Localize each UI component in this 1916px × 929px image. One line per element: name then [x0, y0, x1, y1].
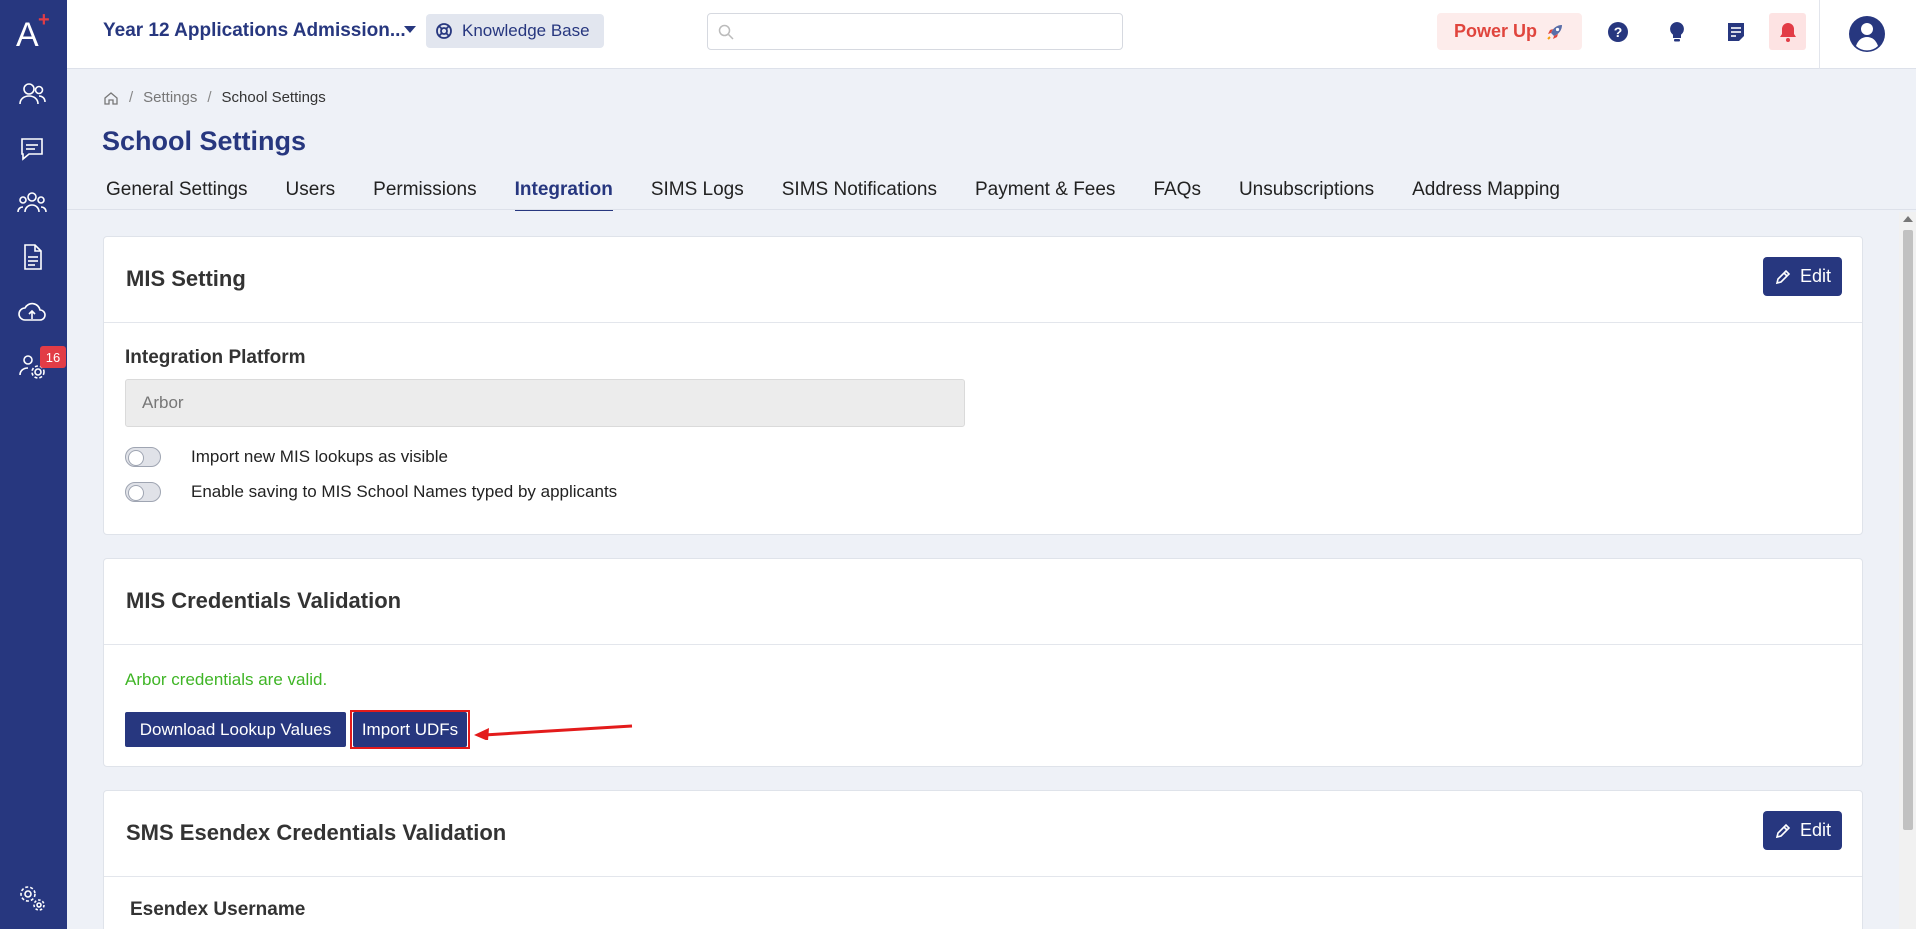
- tab-payment-fees[interactable]: Payment & Fees: [975, 179, 1115, 211]
- tab-users[interactable]: Users: [286, 179, 336, 211]
- app-title[interactable]: Year 12 Applications Admission...: [103, 20, 406, 42]
- scroll-up-arrow-icon[interactable]: [1903, 216, 1913, 222]
- integration-platform-label: Integration Platform: [125, 347, 306, 368]
- sidebar-item-users[interactable]: [14, 76, 50, 112]
- annotation-arrow: [474, 724, 633, 740]
- toggle-row-save-school-names: Enable saving to MIS School Names typed …: [125, 482, 617, 502]
- knowledge-base-label: Knowledge Base: [462, 21, 590, 40]
- settings-icon: [20, 886, 45, 911]
- page-title: School Settings: [102, 126, 307, 156]
- save-school-names-label: Enable saving to MIS School Names typed …: [191, 482, 618, 501]
- import-lookups-toggle[interactable]: [125, 447, 161, 467]
- knowledge-base-button[interactable]: Knowledge Base: [426, 14, 604, 48]
- pencil-icon: [1775, 823, 1791, 838]
- search-icon: [718, 24, 734, 40]
- mis-setting-title: MIS Setting: [126, 266, 246, 291]
- save-school-names-toggle[interactable]: [125, 482, 161, 502]
- import-udfs-button[interactable]: Import UDFs: [353, 712, 467, 747]
- tab-sims-logs[interactable]: SIMS Logs: [651, 179, 744, 211]
- edit-label: Edit: [1799, 820, 1832, 840]
- lifebuoy-icon: [436, 23, 452, 39]
- mis-setting-card: MIS Setting Edit Integration Platform Ar…: [103, 236, 1863, 535]
- logo-icon: A +: [16, 9, 50, 52]
- breadcrumb-separator: /: [129, 89, 134, 106]
- header-divider: [1819, 0, 1820, 69]
- logo-letter: A: [16, 16, 39, 52]
- breadcrumb-settings[interactable]: Settings: [143, 89, 197, 106]
- document-icon: [24, 244, 42, 270]
- sms-credentials-edit-button[interactable]: Edit: [1763, 811, 1842, 850]
- import-lookups-label: Import new MIS lookups as visible: [191, 447, 448, 466]
- help-icon: ?: [1608, 22, 1628, 42]
- mis-credentials-card: MIS Credentials Validation Arbor credent…: [103, 558, 1863, 767]
- breadcrumb-separator: /: [207, 89, 212, 106]
- scrollbar-thumb[interactable]: [1903, 230, 1913, 830]
- credentials-status: Arbor credentials are valid.: [125, 670, 328, 689]
- user-avatar-icon: [1849, 16, 1885, 52]
- integration-platform-field[interactable]: Arbor: [125, 379, 965, 427]
- app-logo[interactable]: A +: [0, 0, 67, 60]
- sms-credentials-title: SMS Esendex Credentials Validation: [126, 820, 507, 845]
- pencil-icon: [1775, 269, 1791, 284]
- cloud-upload-icon: [18, 302, 46, 321]
- top-header: Year 12 Applications Admission... Knowle…: [67, 0, 1916, 69]
- lightbulb-icon: [1670, 22, 1684, 42]
- power-up-label: Power Up: [1453, 21, 1537, 41]
- group-icon: [17, 192, 47, 213]
- settings-tabs: General Settings Users Permissions Integ…: [106, 179, 1598, 211]
- users-icon: [19, 83, 46, 105]
- sms-credentials-header: SMS Esendex Credentials Validation Edit: [104, 791, 1862, 877]
- sidebar: A + 16: [0, 0, 67, 929]
- tab-unsubscriptions[interactable]: Unsubscriptions: [1239, 179, 1374, 211]
- home-icon[interactable]: [103, 90, 119, 106]
- sidebar-item-messages[interactable]: [14, 131, 50, 167]
- notes-icon: [1728, 23, 1744, 41]
- user-avatar[interactable]: [1848, 15, 1886, 53]
- esendex-username-label: Esendex Username: [130, 899, 306, 920]
- notification-badge: 16: [40, 346, 66, 368]
- sms-credentials-card: SMS Esendex Credentials Validation Edit …: [103, 790, 1863, 929]
- bell-icon: [1779, 22, 1796, 42]
- ideas-button[interactable]: [1662, 17, 1692, 47]
- sidebar-item-settings[interactable]: [14, 880, 50, 916]
- power-up-button[interactable]: Power Up: [1437, 13, 1582, 50]
- toggle-row-import-lookups: Import new MIS lookups as visible: [125, 447, 448, 467]
- rocket-icon: [1547, 24, 1562, 40]
- chat-icon: [21, 138, 43, 161]
- tab-general-settings[interactable]: General Settings: [106, 179, 248, 211]
- svg-text:?: ?: [1614, 24, 1623, 40]
- tab-faqs[interactable]: FAQs: [1153, 179, 1201, 211]
- tab-address-mapping[interactable]: Address Mapping: [1412, 179, 1560, 211]
- tab-sims-notifications[interactable]: SIMS Notifications: [782, 179, 937, 211]
- edit-label: Edit: [1799, 266, 1832, 286]
- search-input[interactable]: [707, 13, 1123, 50]
- notes-button[interactable]: [1721, 17, 1751, 47]
- logo-plus: +: [38, 9, 50, 31]
- sidebar-item-upload[interactable]: [14, 294, 50, 330]
- mis-setting-header: MIS Setting Edit: [104, 237, 1862, 323]
- mis-setting-edit-button[interactable]: Edit: [1763, 257, 1842, 296]
- help-button[interactable]: ?: [1603, 17, 1633, 47]
- download-lookup-values-button[interactable]: Download Lookup Values: [125, 712, 346, 747]
- sidebar-item-groups[interactable]: [14, 185, 50, 221]
- breadcrumb-current: School Settings: [221, 89, 326, 106]
- breadcrumb: / Settings / School Settings: [103, 89, 326, 106]
- mis-credentials-title: MIS Credentials Validation: [126, 588, 402, 613]
- tab-integration[interactable]: Integration: [514, 179, 613, 211]
- chevron-down-icon[interactable]: [404, 26, 416, 33]
- sidebar-item-documents[interactable]: [14, 239, 50, 275]
- tabs-divider: [67, 209, 1916, 210]
- tab-permissions[interactable]: Permissions: [373, 179, 476, 211]
- mis-credentials-header: MIS Credentials Validation: [104, 559, 1862, 645]
- notifications-button[interactable]: [1769, 13, 1806, 50]
